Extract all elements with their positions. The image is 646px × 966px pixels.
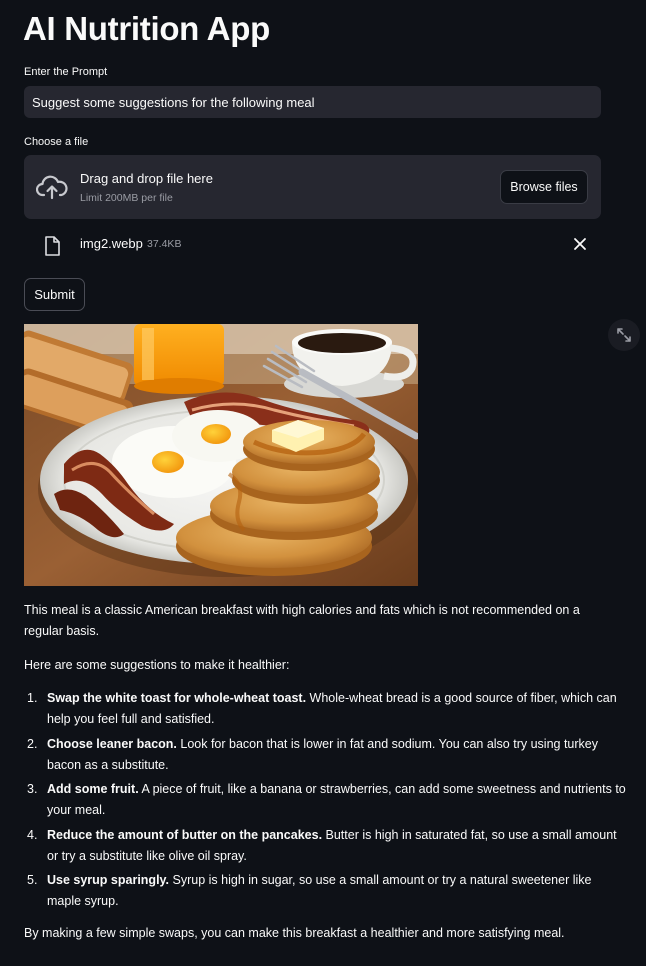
uploaded-file-row: img2.webp 37.4KB xyxy=(24,230,601,262)
dropzone-limit: Limit 200MB per file xyxy=(80,192,173,204)
suggestions-list: 1. Swap the white toast for whole-wheat … xyxy=(24,688,627,916)
suggestion-heading: Use syrup sparingly. xyxy=(47,873,170,887)
response-intro: This meal is a classic American breakfas… xyxy=(24,603,580,638)
close-icon[interactable] xyxy=(573,237,587,251)
prompt-input[interactable] xyxy=(24,86,601,118)
list-item: 4. Reduce the amount of butter on the pa… xyxy=(27,825,627,867)
uploaded-file-name: img2.webp xyxy=(80,236,143,251)
suggestion-heading: Add some fruit. xyxy=(47,782,139,796)
page-title: AI Nutrition App xyxy=(23,10,270,47)
suggestion-heading: Swap the white toast for whole-wheat toa… xyxy=(47,691,307,705)
list-item: 2. Choose leaner bacon. Look for bacon t… xyxy=(27,734,627,776)
list-number: 1. xyxy=(27,691,38,705)
list-number: 3. xyxy=(27,782,38,796)
list-number: 4. xyxy=(27,827,38,842)
response-lead: Here are some suggestions to make it hea… xyxy=(24,658,290,672)
cloud-upload-icon xyxy=(36,175,68,200)
orange-juice-glass xyxy=(134,324,224,394)
response-conclusion: By making a few simple swaps, you can ma… xyxy=(24,926,565,940)
list-item: 3. Add some fruit. A piece of fruit, lik… xyxy=(27,779,627,821)
submit-button[interactable]: Submit xyxy=(24,278,85,311)
file-uploader-label: Choose a file xyxy=(24,136,89,148)
fullscreen-button[interactable] xyxy=(608,319,640,351)
suggestion-heading: Choose leaner bacon. xyxy=(47,736,177,751)
breakfast-photo-illustration xyxy=(24,324,418,586)
list-item: 5. Use syrup sparingly. Syrup is high in… xyxy=(27,870,627,912)
suggestion-heading: Reduce the amount of butter on the panca… xyxy=(47,827,323,842)
expand-icon xyxy=(617,328,631,342)
uploaded-meal-image xyxy=(24,324,418,586)
dropzone-instructions: Drag and drop file here xyxy=(80,171,213,186)
app-page: AI Nutrition App Enter the Prompt Choose… xyxy=(0,0,646,966)
file-icon xyxy=(45,236,60,256)
list-number: 2. xyxy=(27,736,38,751)
browse-files-button[interactable]: Browse files xyxy=(500,170,588,204)
prompt-label: Enter the Prompt xyxy=(24,66,108,78)
list-item: 1. Swap the white toast for whole-wheat … xyxy=(27,688,627,730)
uploaded-file-size: 37.4KB xyxy=(147,238,182,250)
file-dropzone[interactable]: Drag and drop file here Limit 200MB per … xyxy=(24,155,601,219)
list-number: 5. xyxy=(27,873,38,887)
